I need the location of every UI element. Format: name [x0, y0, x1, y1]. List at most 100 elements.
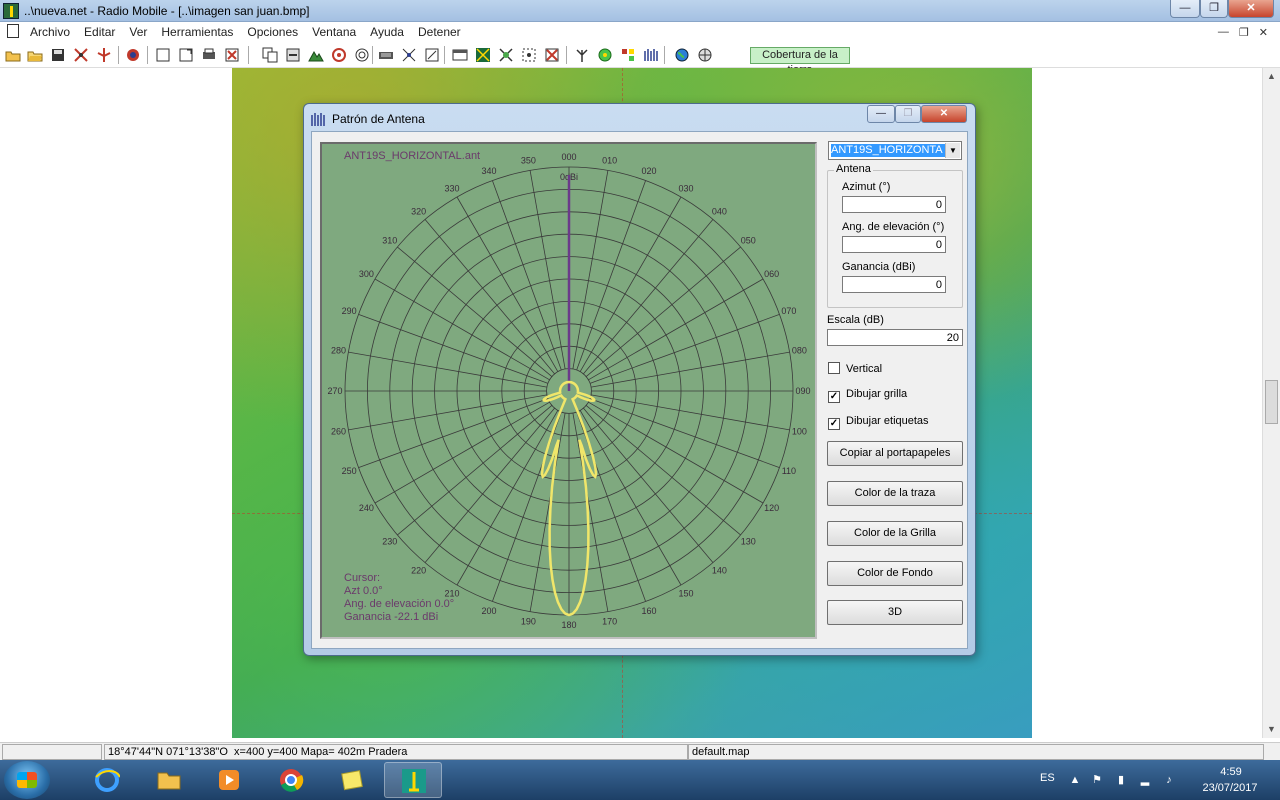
scroll-thumb[interactable]	[1265, 380, 1278, 424]
radar-icon[interactable]	[354, 47, 370, 63]
polar-spoke	[358, 314, 549, 384]
coverage-land-button[interactable]: Cobertura de la tierra	[750, 47, 850, 76]
antenna-icon[interactable]	[574, 47, 590, 63]
media-player-icon	[219, 770, 239, 790]
azimuth-field[interactable]	[842, 196, 946, 213]
document-icon[interactable]	[7, 24, 19, 38]
antenna-select[interactable]: ANT19S_HORIZONTA ▼	[828, 141, 962, 160]
globe-grid-icon[interactable]	[697, 47, 713, 63]
power-icon[interactable]: ▮	[1114, 773, 1128, 787]
action-center-icon[interactable]: ⚑	[1090, 773, 1104, 787]
mdi-close-button[interactable]: ✕	[1259, 26, 1268, 39]
app-title-bar[interactable]: ..\nueva.net - Radio Mobile - [..\imagen…	[0, 0, 1280, 22]
mdi-restore-button[interactable]: ❐	[1239, 26, 1249, 39]
coverage-tool-icon[interactable]	[620, 47, 636, 63]
menu-items: Archivo Editar Ver Herramientas Opciones…	[30, 25, 475, 39]
unit-icon[interactable]	[96, 47, 112, 63]
app-title: ..\nueva.net - Radio Mobile - [..\imagen…	[24, 4, 310, 18]
grid-tool-icon[interactable]	[401, 47, 417, 63]
picture-icon[interactable]	[155, 47, 171, 63]
draw-grid-checkbox-row[interactable]: ✓ Dibujar grilla	[828, 388, 907, 403]
copy-clipboard-button[interactable]: Copiar al portapapeles	[827, 441, 963, 466]
draw-labels-checkbox-row[interactable]: ✓ Dibujar etiquetas	[828, 415, 929, 430]
menu-herramientas[interactable]: Herramientas	[161, 25, 233, 39]
copy-icon[interactable]	[262, 47, 278, 63]
close-button[interactable]: ✕	[1228, 0, 1274, 18]
trace-color-button[interactable]: Color de la traza	[827, 481, 963, 506]
terrain-icon[interactable]	[308, 47, 324, 63]
elevation-field[interactable]	[842, 236, 946, 253]
map-link-icon[interactable]	[475, 47, 491, 63]
polar-spoke	[529, 412, 566, 612]
dialog-minimize-button[interactable]: —	[867, 105, 895, 123]
minimize-button[interactable]: —	[1170, 0, 1200, 18]
status-bar: 18°47'44"N 071°13'38"O x=400 y=400 Mapa=…	[0, 742, 1280, 760]
show-hidden-icons-icon[interactable]: ▲	[1068, 773, 1082, 787]
clock-date[interactable]: 23/07/2017	[1200, 782, 1260, 794]
open-folder-icon[interactable]	[27, 47, 43, 63]
start-button[interactable]	[4, 761, 50, 799]
gain-field[interactable]	[842, 276, 946, 293]
dropdown-arrow-icon[interactable]: ▼	[945, 143, 960, 158]
network-signal-icon[interactable]: ▂	[1138, 773, 1152, 787]
taskbar-radio-mobile[interactable]	[384, 762, 442, 798]
menu-opciones[interactable]: Opciones	[247, 25, 298, 39]
polar-spoke	[588, 401, 764, 504]
menu-editar[interactable]: Editar	[84, 25, 115, 39]
polar-angle-label: 060	[764, 269, 779, 279]
vertical-checkbox-row[interactable]: Vertical	[828, 362, 882, 375]
target-icon[interactable]	[331, 47, 347, 63]
new-folder-icon[interactable]	[5, 47, 21, 63]
profile-tool-icon[interactable]	[498, 47, 514, 63]
green-circle-icon[interactable]	[597, 47, 613, 63]
dialog-close-button[interactable]: ✕	[921, 105, 967, 123]
globe-settings-icon[interactable]	[125, 47, 141, 63]
world-icon[interactable]	[674, 47, 690, 63]
menu-ventana[interactable]: Ventana	[312, 25, 356, 39]
scroll-down-arrow-icon[interactable]: ▼	[1263, 721, 1280, 738]
taskbar-media[interactable]	[200, 762, 258, 798]
polar-angle-label: 080	[792, 345, 807, 355]
radio-mobile-app-icon[interactable]	[3, 3, 19, 19]
clear-map-icon[interactable]	[544, 47, 560, 63]
antenna-pattern-icon[interactable]	[643, 47, 659, 63]
antenna-file-label: ANT19S_HORIZONTAL.ant	[344, 150, 481, 162]
dialog-maximize-button[interactable]: ❐	[895, 105, 921, 123]
draw-labels-checkbox[interactable]: ✓	[828, 418, 840, 430]
taskbar-notes[interactable]	[324, 762, 382, 798]
vertical-checkbox[interactable]	[828, 362, 840, 374]
maximize-button[interactable]: ❐	[1200, 0, 1228, 18]
toolbar	[0, 42, 1280, 68]
menu-ayuda[interactable]: Ayuda	[370, 25, 404, 39]
print-icon[interactable]	[201, 47, 217, 63]
merge-icon[interactable]	[285, 47, 301, 63]
antenna-polar-plot[interactable]: 000 010 020 030 040 050 060 070 080 090 100 110 120 1…	[320, 142, 817, 639]
draw-grid-checkbox[interactable]: ✓	[828, 391, 840, 403]
grid-color-button[interactable]: Color de la Grilla	[827, 521, 963, 546]
window-icon[interactable]	[452, 47, 468, 63]
clock-time[interactable]: 4:59	[1206, 766, 1256, 778]
background-color-button[interactable]: Color de Fondo	[827, 561, 963, 586]
menu-archivo[interactable]: Archivo	[30, 25, 70, 39]
picture-edit-icon[interactable]	[178, 47, 194, 63]
delete-picture-icon[interactable]	[224, 47, 240, 63]
volume-icon[interactable]: ♪	[1162, 773, 1176, 787]
save-icon[interactable]	[50, 47, 66, 63]
language-indicator[interactable]: ES	[1040, 772, 1055, 784]
menu-ver[interactable]: Ver	[129, 25, 147, 39]
route-tool-icon[interactable]	[424, 47, 440, 63]
polar-angle-label: 330	[444, 183, 459, 193]
taskbar-ie[interactable]	[78, 762, 136, 798]
mdi-minimize-button[interactable]: —	[1218, 26, 1229, 39]
scroll-up-arrow-icon[interactable]: ▲	[1263, 68, 1280, 85]
menu-detener[interactable]: Detener	[418, 25, 461, 39]
area-tool-icon[interactable]	[521, 47, 537, 63]
scale-field[interactable]	[827, 329, 963, 346]
keyboard-icon[interactable]	[378, 47, 394, 63]
vertical-scrollbar[interactable]: ▲ ▼	[1262, 68, 1280, 738]
polar-angle-label: 050	[741, 236, 756, 246]
network-icon[interactable]	[73, 47, 89, 63]
taskbar-chrome[interactable]	[262, 762, 320, 798]
3d-button[interactable]: 3D	[827, 600, 963, 625]
taskbar-explorer[interactable]	[140, 762, 198, 798]
